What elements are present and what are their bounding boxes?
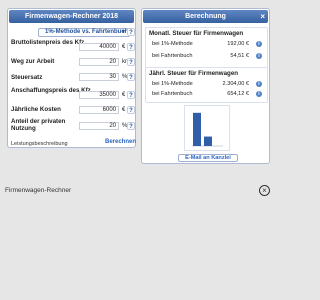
input-bruttolistenpreis[interactable]: 40000: [79, 43, 119, 51]
method-select-row: 1%-Methode vs. Fahrtenbuch ▼: [38, 28, 130, 37]
calculator-panel: Firmenwagen-Rechner 2018 1%-Methode vs. …: [7, 8, 136, 148]
help-icon[interactable]: ?: [127, 91, 135, 99]
method-select-value: 1%-Methode vs. Fahrtenbuch: [45, 29, 129, 35]
chart-bar: [193, 112, 201, 146]
comparison-chart-svg: [192, 112, 223, 147]
monthly-fahrtenbuch-value: 54,51 €: [230, 53, 249, 59]
chart-bar: [204, 136, 212, 146]
field-label-bruttolistenpreis: Bruttolistenpreis des Kfz: [11, 39, 85, 46]
comparison-chart: [184, 105, 230, 151]
field-label-jaehrliche-kosten: Jährliche Kosten: [11, 106, 61, 113]
yearly-section: Jährl. Steuer für Firmenwagen bei 1%-Met…: [145, 67, 268, 103]
chevron-down-icon: ▼: [121, 29, 126, 35]
input-private-nutzung[interactable]: 20: [79, 122, 119, 130]
info-icon[interactable]: i: [256, 81, 262, 87]
monthly-1pct-label: bei 1%-Methode: [152, 41, 193, 47]
close-icon[interactable]: ×: [260, 10, 265, 23]
result-title-text: Berechnung: [185, 13, 226, 20]
yearly-fahrtenbuch-value: 654,12 €: [227, 91, 249, 97]
info-icon[interactable]: i: [256, 41, 262, 47]
field-label-steuersatz: Steuersatz: [11, 74, 43, 81]
unit-jaehrliche-kosten: €: [122, 107, 126, 113]
result-panel: Berechnung × Monatl. Steuer für Firmenwa…: [141, 8, 270, 164]
result-title: Berechnung ×: [143, 10, 268, 23]
monthly-fahrtenbuch-label: bei Fahrtenbuch: [152, 53, 193, 59]
footer-title: Firmenwagen-Rechner: [5, 187, 72, 194]
unit-bruttolistenpreis: €: [122, 44, 126, 50]
calculator-title: Firmenwagen-Rechner 2018: [9, 10, 134, 23]
input-steuersatz[interactable]: 30: [79, 73, 119, 81]
monthly-1pct-value: 192,00 €: [227, 41, 249, 47]
help-icon[interactable]: ?: [127, 43, 135, 51]
help-icon[interactable]: ?: [127, 73, 135, 81]
help-icon[interactable]: ?: [127, 58, 135, 66]
method-select[interactable]: 1%-Methode vs. Fahrtenbuch ▼: [38, 28, 130, 37]
help-icon[interactable]: ?: [127, 106, 135, 114]
field-label-private-nutzung: Anteil der privaten Nutzung: [11, 118, 66, 132]
help-icon[interactable]: ?: [127, 122, 135, 130]
monthly-section: Monatl. Steuer für Firmenwagen bei 1%-Me…: [145, 27, 268, 69]
help-icon[interactable]: ?: [127, 28, 135, 36]
input-jaehrliche-kosten[interactable]: 6000: [79, 106, 119, 114]
yearly-1pct-value: 2.304,00 €: [222, 81, 249, 87]
field-label-weg: Weg zur Arbeit: [11, 58, 55, 65]
calculate-button[interactable]: Berechnen: [105, 139, 136, 145]
email-button[interactable]: E-Mail an Kanzlei: [178, 154, 238, 162]
info-icon[interactable]: i: [256, 53, 262, 59]
input-anschaffungspreis[interactable]: 35000: [79, 91, 119, 99]
info-icon[interactable]: i: [256, 91, 262, 97]
unit-anschaffungspreis: €: [122, 92, 126, 98]
description-link[interactable]: Leistungsbeschreibung: [11, 141, 68, 147]
monthly-title: Monatl. Steuer für Firmenwagen: [149, 30, 244, 37]
close-circle-icon[interactable]: ×: [259, 185, 270, 196]
yearly-1pct-label: bei 1%-Methode: [152, 81, 193, 87]
yearly-title: Jährl. Steuer für Firmenwagen: [149, 70, 239, 77]
input-weg[interactable]: 20: [79, 58, 119, 66]
yearly-fahrtenbuch-label: bei Fahrtenbuch: [152, 91, 193, 97]
